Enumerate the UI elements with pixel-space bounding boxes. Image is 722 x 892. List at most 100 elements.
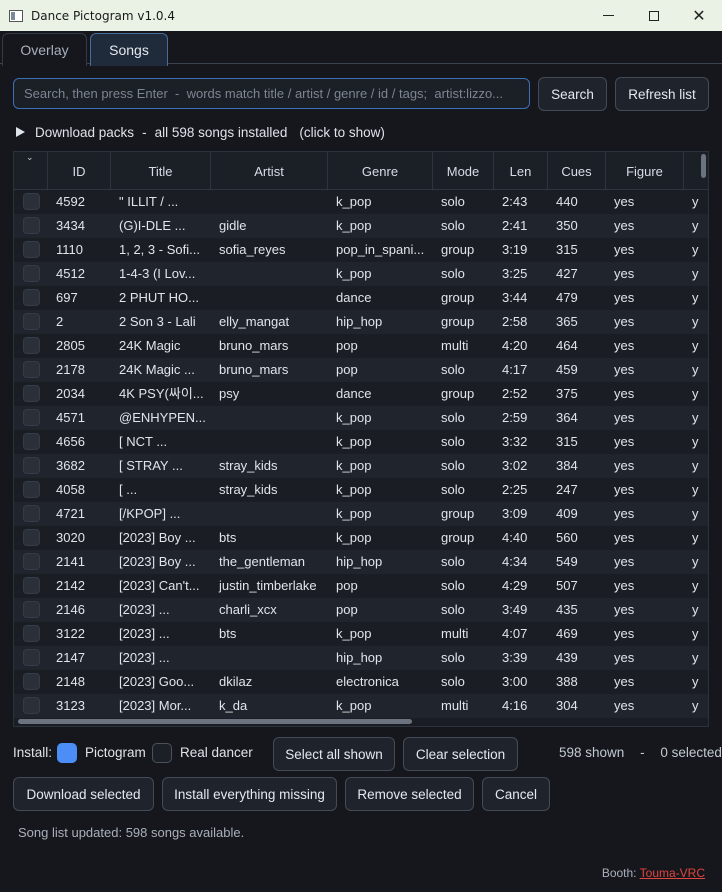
table-row[interactable]: 3123 [2023] Mor... k_da k_pop multi 4:16 304 ye… <box>14 694 708 718</box>
cell-figure: yes <box>614 218 635 233</box>
select-column-header[interactable]: ⌄ <box>14 152 48 190</box>
table-row[interactable]: 3020 [2023] Boy ... bts k_pop group 4:40 560 ye… <box>14 526 708 550</box>
column-header-cues[interactable]: Cues <box>548 152 606 190</box>
cell-artist: elly_mangat <box>219 314 290 329</box>
search-button[interactable]: Search <box>538 77 607 111</box>
cell-figure: yes <box>614 650 635 665</box>
row-checkbox[interactable] <box>23 385 40 402</box>
maximize-button[interactable] <box>631 0 677 31</box>
table-row[interactable]: 2147 [2023] ... hip_hop solo 3:39 439 yes y <box>14 646 708 670</box>
packs-summary: all 598 songs installed <box>154 124 288 140</box>
row-checkbox[interactable] <box>23 457 40 474</box>
cell-genre: k_pop <box>336 530 372 545</box>
remove-selected-button[interactable]: Remove selected <box>345 777 474 811</box>
row-checkbox[interactable] <box>23 625 40 642</box>
horizontal-scrollbar[interactable] <box>18 719 412 724</box>
table-row[interactable]: 2148 [2023] Goo... dkilaz electronica solo 3:… <box>14 670 708 694</box>
cell-id: 4512 <box>56 266 85 281</box>
table-row[interactable]: 4656 [ NCT ... k_pop solo 3:32 315 yes y <box>14 430 708 454</box>
cell-id: 2141 <box>56 554 85 569</box>
row-checkbox[interactable] <box>23 577 40 594</box>
table-row[interactable]: 4592 " ILLIT / ... k_pop solo 2:43 440 yes y <box>14 190 708 214</box>
column-header-figure[interactable]: Figure <box>606 152 684 190</box>
row-checkbox[interactable] <box>23 289 40 306</box>
table-row[interactable]: 2141 [2023] Boy ... the_gentleman hip_hop so… <box>14 550 708 574</box>
vertical-scrollbar[interactable] <box>701 154 706 178</box>
table-row[interactable]: 2178 24K Magic ... bruno_mars pop solo 4:17 45… <box>14 358 708 382</box>
table-row[interactable]: 2805 24K Magic bruno_mars pop multi 4:20 464 ye… <box>14 334 708 358</box>
cell-genre: pop <box>336 362 358 377</box>
cell-title: [2023] Boy ... <box>119 530 196 545</box>
table-row[interactable]: 2 2 Son 3 - Lali elly_mangat hip_hop group 2:… <box>14 310 708 334</box>
cell-id: 3020 <box>56 530 85 545</box>
row-checkbox[interactable] <box>23 265 40 282</box>
table-row[interactable]: 3434 (G)I-DLE ... gidle k_pop solo 2:41 350 yes… <box>14 214 708 238</box>
row-checkbox[interactable] <box>23 409 40 426</box>
real-dancer-checkbox[interactable] <box>152 743 172 763</box>
clear-selection-button[interactable]: Clear selection <box>403 737 518 771</box>
row-checkbox[interactable] <box>23 193 40 210</box>
download-selected-button[interactable]: Download selected <box>13 777 154 811</box>
tab-overlay[interactable]: Overlay <box>2 33 87 66</box>
row-checkbox[interactable] <box>23 361 40 378</box>
cell-artist: gidle <box>219 218 247 233</box>
row-checkbox[interactable] <box>23 433 40 450</box>
close-button[interactable]: ✕ <box>676 0 722 31</box>
column-header-title[interactable]: Title <box>111 152 211 190</box>
table-row[interactable]: 1110 1, 2, 3 - Sofi... sofia_reyes pop_in_s… <box>14 238 708 262</box>
cell-len: 2:25 <box>502 482 528 497</box>
table-row[interactable]: 4721 [/KPOP] ... k_pop group 3:09 409 yes y <box>14 502 708 526</box>
table-row[interactable]: 2146 [2023] ... charli_xcx pop solo 3:49 435 ye… <box>14 598 708 622</box>
column-header-mode[interactable]: Mode <box>433 152 494 190</box>
tab-bar: Overlay Songs <box>0 31 722 66</box>
row-checkbox[interactable] <box>23 553 40 570</box>
column-header-len[interactable]: Len <box>494 152 548 190</box>
row-checkbox[interactable] <box>23 649 40 666</box>
songs-table[interactable]: ⌄ ID Title Artist Genre Mode Len Cues Fi… <box>13 151 709 727</box>
selected-count: 0 selected <box>660 745 722 760</box>
refresh-list-button[interactable]: Refresh list <box>615 77 709 111</box>
cell-extra: y <box>692 650 699 665</box>
row-checkbox[interactable] <box>23 505 40 522</box>
cell-len: 4:20 <box>502 338 528 353</box>
column-header-id[interactable]: ID <box>48 152 111 190</box>
select-all-shown-button[interactable]: Select all shown <box>273 737 395 771</box>
cell-figure: yes <box>614 410 635 425</box>
table-row[interactable]: 4058 [ ... stray_kids k_pop solo 2:25 247 yes y <box>14 478 708 502</box>
cancel-button[interactable]: Cancel <box>482 777 550 811</box>
row-checkbox[interactable] <box>23 217 40 234</box>
row-checkbox[interactable] <box>23 241 40 258</box>
column-header-artist[interactable]: Artist <box>211 152 328 190</box>
cell-title: 24K Magic <box>119 338 181 353</box>
row-checkbox[interactable] <box>23 313 40 330</box>
row-checkbox[interactable] <box>23 337 40 354</box>
download-packs-toggle[interactable]: Download packs - all 598 songs installed… <box>16 122 385 142</box>
column-header-genre[interactable]: Genre <box>328 152 433 190</box>
cell-figure: yes <box>614 242 635 257</box>
row-checkbox[interactable] <box>23 697 40 714</box>
expand-triangle-icon <box>16 127 25 137</box>
cell-len: 4:16 <box>502 698 528 713</box>
pictogram-checkbox[interactable] <box>57 743 77 763</box>
booth-link[interactable]: Touma-VRC <box>640 866 705 880</box>
install-label: Install: <box>13 745 53 760</box>
table-row[interactable]: 4571 @ENHYPEN... k_pop solo 2:59 364 yes y <box>14 406 708 430</box>
table-row[interactable]: 697 2 PHUT HO... dance group 3:44 479 yes y <box>14 286 708 310</box>
tab-songs[interactable]: Songs <box>90 33 168 66</box>
table-row[interactable]: 4512 1-4-3 (I Lov... k_pop solo 3:25 427 yes y <box>14 262 708 286</box>
row-checkbox[interactable] <box>23 481 40 498</box>
minimize-button[interactable] <box>585 0 631 31</box>
cell-figure: yes <box>614 554 635 569</box>
row-checkbox[interactable] <box>23 529 40 546</box>
table-row[interactable]: 2142 [2023] Can't... justin_timberlake pop s… <box>14 574 708 598</box>
search-input[interactable] <box>13 78 530 109</box>
row-checkbox[interactable] <box>23 601 40 618</box>
cell-cues: 440 <box>556 194 578 209</box>
table-row[interactable]: 3682 [ STRAY ... stray_kids k_pop solo 3:02 38… <box>14 454 708 478</box>
install-everything-missing-button[interactable]: Install everything missing <box>162 777 337 811</box>
table-row[interactable]: 3122 [2023] ... bts k_pop multi 4:07 469 yes y <box>14 622 708 646</box>
cell-len: 4:34 <box>502 554 528 569</box>
row-checkbox[interactable] <box>23 673 40 690</box>
cell-artist: stray_kids <box>219 482 278 497</box>
table-row[interactable]: 2034 4K PSY(싸이... psy dance group 2:52 375 yes y <box>14 382 708 406</box>
